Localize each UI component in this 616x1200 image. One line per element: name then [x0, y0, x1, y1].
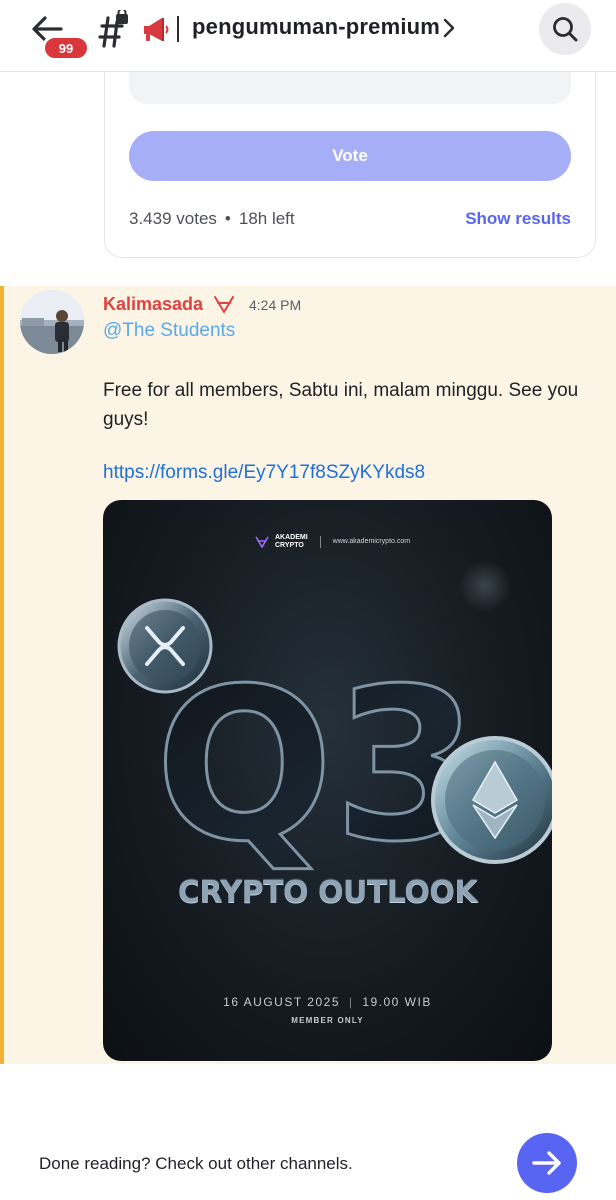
author-name[interactable]: Kalimasada [103, 294, 203, 315]
chevron-right-icon[interactable] [442, 17, 456, 39]
search-button[interactable] [539, 3, 591, 55]
vote-button[interactable]: Vote [129, 131, 571, 181]
poster-note: MEMBER ONLY [291, 1016, 364, 1025]
poster-date: 16 AUGUST 2025 | 19.00 WIB [223, 995, 432, 1009]
vote-count: 3.439 votes [129, 209, 217, 228]
message-highlighted[interactable]: Kalimasada 4:24 PM @The Students Free fo… [0, 286, 616, 1064]
next-channel-button[interactable] [517, 1133, 577, 1193]
unread-badge: 99 [42, 35, 90, 61]
role-mention[interactable]: @The Students [103, 320, 235, 342]
svg-text:Q3: Q3 [155, 643, 480, 888]
done-reading-prompt: Done reading? Check out other channels. [39, 1154, 353, 1173]
role-crest-icon [214, 296, 234, 313]
header-divider [177, 16, 179, 42]
poster-image[interactable]: AKADEMI CRYPTO www.akademicrypto.com Q3 … [103, 500, 552, 1061]
time-left: 18h left [238, 209, 295, 228]
message-timestamp: 4:24 PM [249, 297, 302, 313]
poster-artwork: Q3 [117, 560, 552, 890]
search-icon [553, 17, 578, 42]
poster-title: CRYPTO OUTLOOK [177, 875, 478, 910]
poster-big-text: Q3 [154, 642, 482, 890]
hash-lock-icon [98, 10, 128, 48]
eth-coin-icon [431, 736, 552, 864]
megaphone-icon [144, 18, 169, 41]
mention-highlight-bar [0, 286, 4, 1064]
avatar[interactable] [20, 290, 84, 354]
channel-screen: Vote 3.439 votes • 18h left Show results 9… [0, 0, 616, 1200]
channel-header: 99 pengumuman-premium [0, 0, 616, 72]
message-text: Free for all members, Sabtu ini, malam m… [103, 380, 579, 430]
meta-separator: • [224, 209, 231, 228]
xrp-coin-icon [117, 598, 213, 694]
show-results-link[interactable]: Show results [465, 209, 571, 229]
form-link[interactable]: https://forms.gle/Ey7Y17f8SZyKYkds8 [103, 462, 425, 484]
arrow-right-icon [532, 1151, 561, 1175]
channel-name[interactable]: pengumuman-premium [192, 14, 440, 40]
poll-meta: 3.439 votes • 18h left [129, 209, 295, 229]
